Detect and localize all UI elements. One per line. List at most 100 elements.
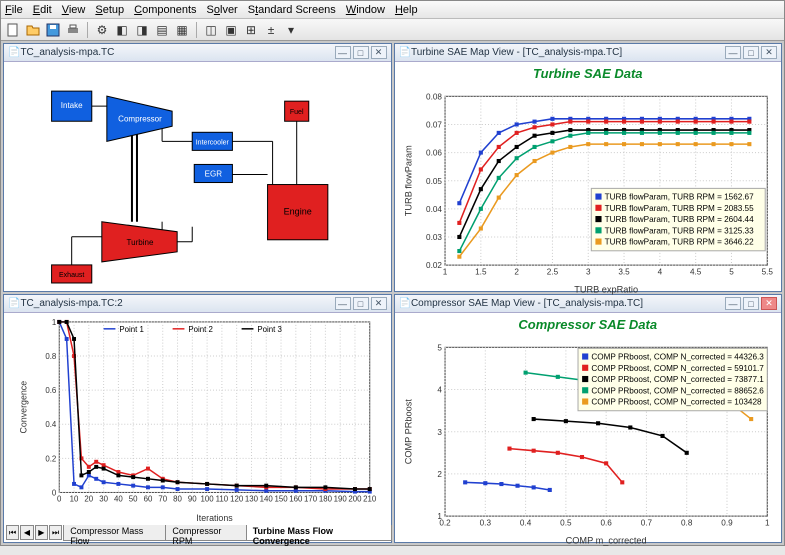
minimize-button[interactable]: — xyxy=(335,297,351,310)
doc-icon: 📄 xyxy=(8,298,20,309)
convergence-chart[interactable]: 0102030405060708090100110120130140150160… xyxy=(4,313,391,542)
tab-last[interactable]: ⏭ xyxy=(49,525,62,540)
open-icon[interactable] xyxy=(25,22,41,38)
menu-view[interactable]: View xyxy=(62,4,86,16)
svg-text:1.5: 1.5 xyxy=(475,267,487,276)
svg-text:TURB flowParam, TURB RPM = 260: TURB flowParam, TURB RPM = 2604.44 xyxy=(604,215,753,224)
svg-text:2: 2 xyxy=(437,470,442,479)
compressor-chart[interactable]: Compressor SAE Data 0.20.30.40.50.60.70.… xyxy=(395,313,782,542)
svg-text:40: 40 xyxy=(114,494,123,503)
menu-window[interactable]: Window xyxy=(346,4,385,16)
close-button[interactable]: ✕ xyxy=(761,46,777,59)
tab-compressor-rpm[interactable]: Compressor RPM xyxy=(165,525,246,541)
menu-components[interactable]: Components xyxy=(134,4,196,16)
tab-prev[interactable]: ◀ xyxy=(20,525,33,540)
svg-text:0.8: 0.8 xyxy=(681,518,693,527)
menu-help[interactable]: Help xyxy=(395,4,418,16)
svg-text:0.08: 0.08 xyxy=(426,92,442,101)
close-button[interactable]: ✕ xyxy=(371,46,387,59)
svg-text:TURB expRatio: TURB expRatio xyxy=(574,285,638,295)
svg-text:5: 5 xyxy=(437,343,442,352)
tool-icon-5[interactable]: ▦ xyxy=(174,22,190,38)
print-icon[interactable] xyxy=(65,22,81,38)
menu-setup[interactable]: Setup xyxy=(95,4,124,16)
svg-text:70: 70 xyxy=(158,494,167,503)
tool-icon-10[interactable]: ▾ xyxy=(283,22,299,38)
tab-turbine-mass-flow[interactable]: Turbine Mass Flow Convergence xyxy=(246,525,392,541)
svg-text:4.5: 4.5 xyxy=(689,267,701,276)
toolbar: ⚙ ◧ ◨ ▤ ▦ ◫ ▣ ⊞ ± ▾ xyxy=(1,19,784,41)
block-egr[interactable]: EGR xyxy=(205,170,223,179)
svg-text:20: 20 xyxy=(84,494,93,503)
tool-icon-9[interactable]: ± xyxy=(263,22,279,38)
minimize-button[interactable]: — xyxy=(725,46,741,59)
svg-text:COMP PRboost, COMP N_corrected: COMP PRboost, COMP N_corrected = 88652.6 xyxy=(591,386,764,395)
svg-text:0.2: 0.2 xyxy=(45,454,56,463)
menu-solver[interactable]: Solver xyxy=(207,4,238,16)
diagram-canvas[interactable]: Intake Compressor Intercooler Fuel EGR E… xyxy=(4,62,391,291)
svg-text:Point 3: Point 3 xyxy=(257,325,282,334)
tool-icon-4[interactable]: ▤ xyxy=(154,22,170,38)
block-turbine: Turbine xyxy=(127,238,154,247)
menu-file[interactable]: File xyxy=(5,4,23,16)
svg-text:30: 30 xyxy=(99,494,108,503)
tool-icon-8[interactable]: ⊞ xyxy=(243,22,259,38)
maximize-button[interactable]: □ xyxy=(353,297,369,310)
svg-text:0.4: 0.4 xyxy=(45,420,57,429)
minimize-button[interactable]: — xyxy=(335,46,351,59)
block-exhaust[interactable]: Exhaust xyxy=(59,272,84,279)
svg-text:0.04: 0.04 xyxy=(426,205,442,214)
maximize-button[interactable]: □ xyxy=(743,46,759,59)
tool-icon-7[interactable]: ▣ xyxy=(223,22,239,38)
block-intercooler[interactable]: Intercooler xyxy=(196,139,230,146)
block-fuel[interactable]: Fuel xyxy=(290,109,304,116)
svg-text:190: 190 xyxy=(334,494,348,503)
svg-text:Point 1: Point 1 xyxy=(119,325,144,334)
svg-text:Iterations: Iterations xyxy=(196,513,233,523)
block-engine[interactable]: Engine xyxy=(284,207,312,217)
svg-text:0.7: 0.7 xyxy=(640,518,652,527)
block-intake[interactable]: Intake xyxy=(61,101,83,110)
menu-edit[interactable]: Edit xyxy=(33,4,52,16)
svg-text:1: 1 xyxy=(764,518,769,527)
maximize-button[interactable]: □ xyxy=(353,46,369,59)
pane-convergence: 📄 TC_analysis-mpa.TC:2 — □ ✕ 01020304050… xyxy=(3,294,392,543)
tool-icon-2[interactable]: ◧ xyxy=(114,22,130,38)
workspace: 📄 TC_analysis-mpa.TC — □ ✕ xyxy=(1,41,784,545)
tab-next[interactable]: ▶ xyxy=(35,525,48,540)
tab-compressor-mass-flow[interactable]: Compressor Mass Flow xyxy=(63,525,166,541)
tool-icon-6[interactable]: ◫ xyxy=(203,22,219,38)
svg-text:0.4: 0.4 xyxy=(519,518,531,527)
svg-text:1: 1 xyxy=(442,267,447,276)
svg-text:160: 160 xyxy=(289,494,303,503)
menu-bar: File Edit View Setup Components Solver S… xyxy=(1,1,784,19)
new-icon[interactable] xyxy=(5,22,21,38)
svg-text:4: 4 xyxy=(437,386,442,395)
save-icon[interactable] xyxy=(45,22,61,38)
svg-text:COMP PRboost: COMP PRboost xyxy=(403,399,413,465)
svg-text:3: 3 xyxy=(437,428,442,437)
tool-icon-3[interactable]: ◨ xyxy=(134,22,150,38)
svg-text:Convergence: Convergence xyxy=(19,381,29,434)
pane-turbine: 📄 Turbine SAE Map View - [TC_analysis-mp… xyxy=(394,43,783,292)
turbine-chart[interactable]: Turbine SAE Data 11.522.533.544.555.50.0… xyxy=(395,62,782,291)
close-button[interactable]: ✕ xyxy=(371,297,387,310)
svg-text:50: 50 xyxy=(129,494,138,503)
svg-text:2: 2 xyxy=(514,267,519,276)
chart-title: Turbine SAE Data xyxy=(399,66,778,81)
svg-text:2.5: 2.5 xyxy=(546,267,558,276)
tool-icon[interactable]: ⚙ xyxy=(94,22,110,38)
svg-text:COMP PRboost, COMP N_corrected: COMP PRboost, COMP N_corrected = 73877.1 xyxy=(591,375,764,384)
svg-text:TURB flowParam, TURB RPM = 208: TURB flowParam, TURB RPM = 2083.55 xyxy=(604,204,753,213)
svg-text:120: 120 xyxy=(230,494,244,503)
svg-text:0.05: 0.05 xyxy=(426,177,442,186)
svg-text:COMP m_corrected: COMP m_corrected xyxy=(565,536,646,546)
svg-text:1: 1 xyxy=(437,512,442,521)
svg-text:0.9: 0.9 xyxy=(721,518,733,527)
tab-first[interactable]: ⏮ xyxy=(6,525,19,540)
pane-title-convergence: 📄 TC_analysis-mpa.TC:2 — □ ✕ xyxy=(4,295,391,313)
menu-standard-screens[interactable]: Standard Screens xyxy=(248,4,336,16)
svg-text:0.03: 0.03 xyxy=(426,233,442,242)
svg-text:4: 4 xyxy=(657,267,662,276)
svg-text:TURB flowParam, TURB RPM = 156: TURB flowParam, TURB RPM = 1562.67 xyxy=(604,193,753,202)
